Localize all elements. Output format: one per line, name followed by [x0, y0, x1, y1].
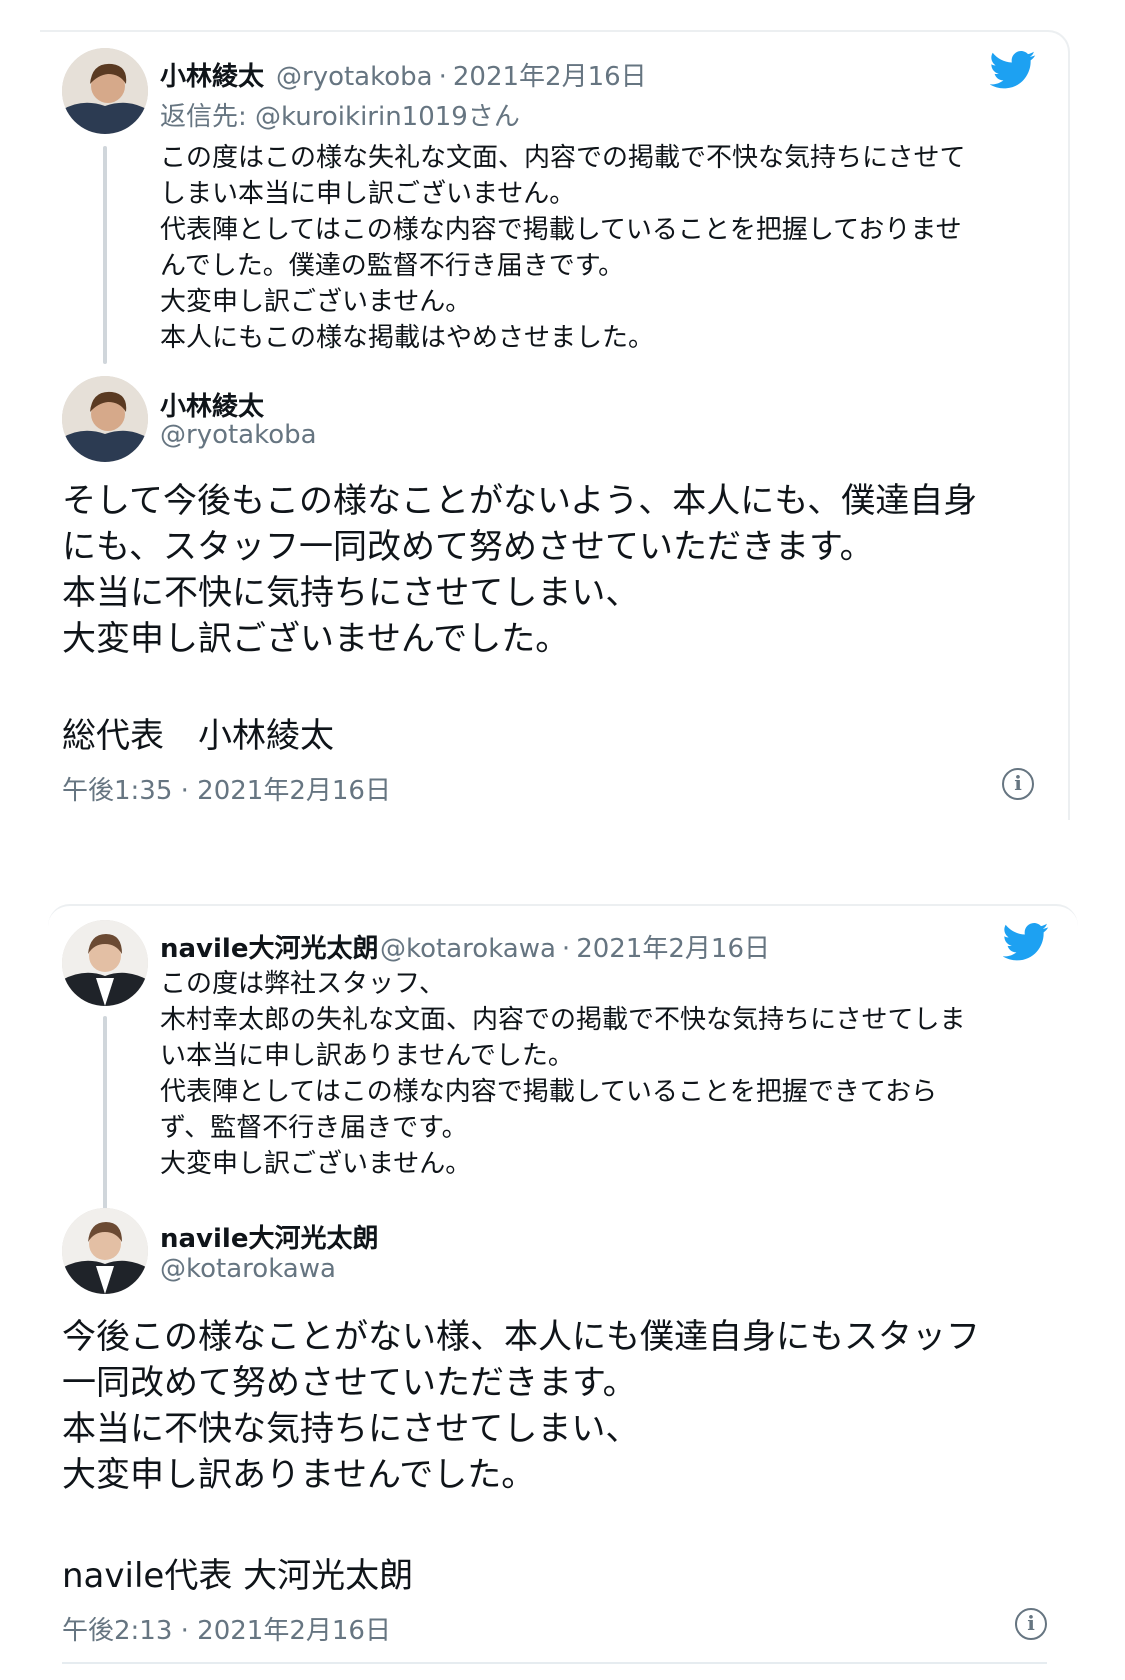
avatar[interactable] — [62, 48, 148, 134]
reply-to-label[interactable]: 返信先: @kuroikirin1019さん — [160, 96, 520, 133]
main-tweet-text: そして今後もこの様なことがないよう、本人にも、僕達自身 にも、スタッフ一同改めて… — [62, 481, 978, 659]
main-tweet-text: 今後この様なことがない様、本人にも僕達自身にもスタッフ 一同改めて努めさせていた… — [62, 1317, 980, 1495]
author-name[interactable]: 小林綾太 — [160, 386, 264, 423]
tweet-card-2: navile大河光太朗 @kotarokawa · 2021年2月16日 この度は弊… — [0, 900, 1125, 1680]
author-handle[interactable]: @kotarokawa — [380, 934, 556, 964]
avatar[interactable] — [62, 1208, 148, 1294]
meta-separator: · — [438, 62, 447, 92]
twitter-bird-icon[interactable] — [990, 50, 1036, 90]
tweet-meta: @kotarokawa · 2021年2月16日 — [380, 928, 770, 965]
author-name[interactable]: navile大河光太朗 — [160, 928, 378, 965]
tweet-timestamp[interactable]: 午後1:35 · 2021年2月16日 — [62, 770, 391, 807]
tweet-signature: 総代表 小林綾太 — [62, 716, 334, 756]
author-handle[interactable]: @kotarokawa — [160, 1254, 336, 1284]
divider — [62, 1662, 1047, 1664]
avatar[interactable] — [62, 920, 148, 1006]
author-name[interactable]: 小林綾太 — [160, 56, 264, 93]
thread-line — [103, 1016, 107, 1236]
tweet-meta: @ryotakoba · 2021年2月16日 — [276, 56, 647, 93]
tweet-signature: navile代表 大河光太朗 — [62, 1556, 414, 1596]
tweet-card-1: 小林綾太 @ryotakoba · 2021年2月16日 返信先: @kuroiki… — [0, 0, 1125, 830]
meta-separator: · — [561, 934, 571, 964]
thread-line — [103, 146, 107, 364]
twitter-bird-icon[interactable] — [1003, 922, 1049, 962]
tweet-date[interactable]: 2021年2月16日 — [576, 934, 770, 964]
author-name[interactable]: navile大河光太朗 — [160, 1218, 378, 1255]
tweet-timestamp[interactable]: 午後2:13 · 2021年2月16日 — [62, 1610, 391, 1647]
tweet-date[interactable]: 2021年2月16日 — [453, 62, 647, 92]
reply-tweet-text: この度はこの様な失礼な文面、内容での掲載で不快な気持ちにさせて しまい本当に申し… — [160, 143, 966, 353]
info-icon[interactable]: i — [1002, 768, 1034, 800]
info-icon[interactable]: i — [1015, 1608, 1047, 1640]
avatar[interactable] — [62, 376, 148, 462]
reply-tweet-text: この度は弊社スタッフ、 木村幸太郎の失礼な文面、内容での掲載で不快な気持ちにさせ… — [160, 969, 966, 1179]
author-handle[interactable]: @ryotakoba — [160, 420, 317, 450]
author-handle[interactable]: @ryotakoba — [276, 62, 433, 92]
